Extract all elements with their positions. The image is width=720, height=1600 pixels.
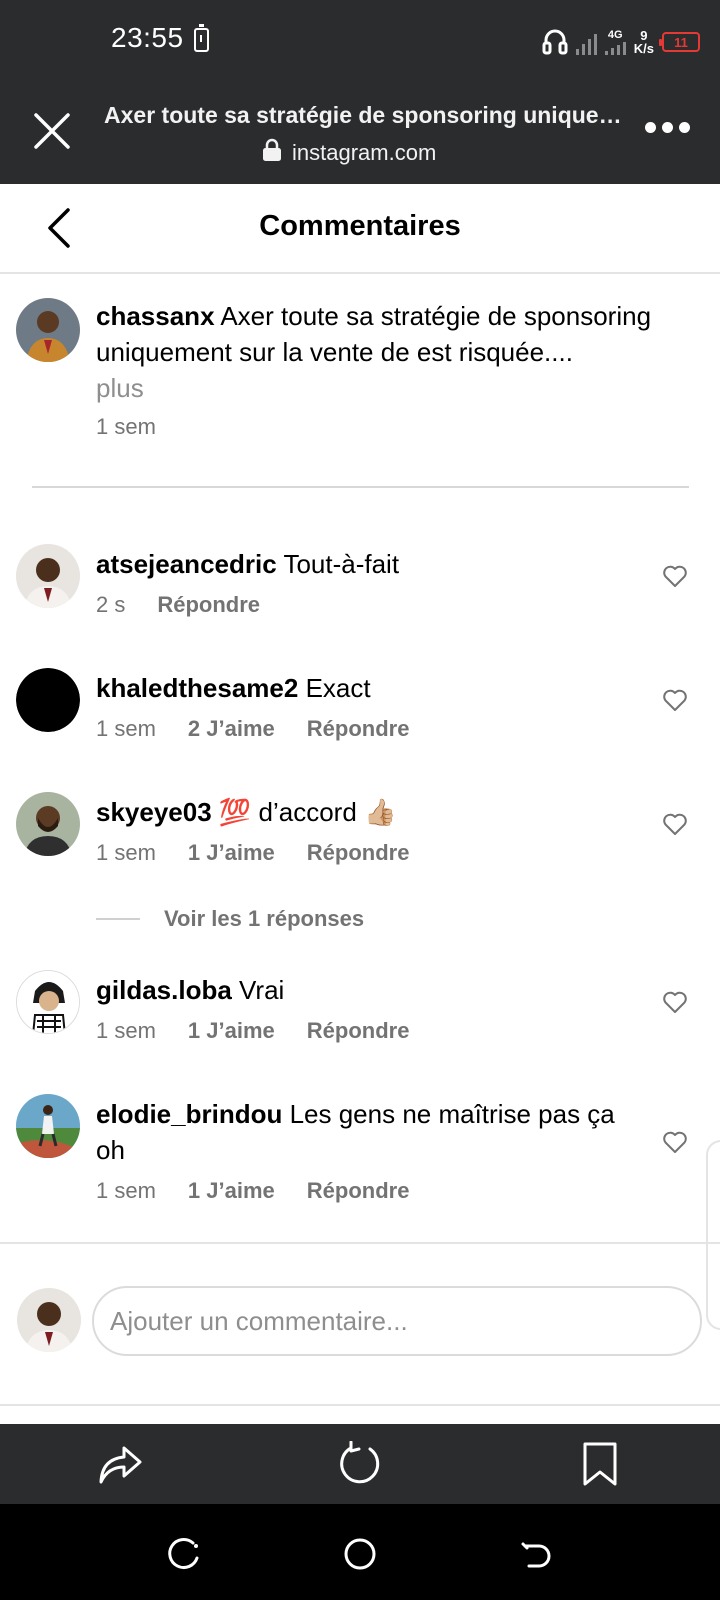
comment-input[interactable] [92, 1286, 702, 1356]
browser-toolbar [0, 1424, 720, 1504]
comment-username[interactable]: gildas.loba [96, 975, 232, 1005]
signal-icon [575, 29, 597, 55]
network-indicator: 4G [604, 29, 626, 55]
view-replies-label: Voir les 1 réponses [164, 906, 365, 931]
status-bar: 23:55 4G 9 K/s 11 [0, 0, 720, 82]
avatar[interactable] [16, 1094, 80, 1158]
comment-meta: 2 s Répondre [96, 592, 260, 618]
comment-meta: 1 sem 1 J’aime Répondre [96, 1178, 409, 1204]
heart-icon[interactable] [662, 990, 690, 1016]
battery-icon: 11 [659, 32, 700, 52]
comment-time: 1 sem [96, 1018, 156, 1043]
comment-username[interactable]: khaledthesame2 [96, 673, 298, 703]
heart-icon[interactable] [662, 812, 690, 838]
comment-body: 💯 d’accord 👍🏼 [218, 797, 397, 827]
avatar[interactable] [16, 970, 80, 1034]
battery-saver-icon [194, 24, 209, 52]
likes-count[interactable]: 2 J’aime [188, 716, 275, 742]
url-text: instagram.com [292, 140, 437, 165]
url-display[interactable]: instagram.com [262, 138, 436, 168]
headset-icon [542, 28, 568, 56]
page-title: Axer toute sa stratégie de sponsoring un… [104, 102, 624, 128]
avatar[interactable] [16, 792, 80, 856]
avatar [17, 1288, 81, 1352]
likes-count[interactable]: 1 J’aime [188, 1018, 275, 1044]
comments-header: Commentaires [0, 184, 720, 274]
system-nav-bar [0, 1504, 720, 1600]
network-speed: 9 K/s [633, 28, 654, 56]
more-icon[interactable] [645, 122, 690, 133]
comment-time: 1 sem [96, 840, 156, 865]
reply-button[interactable]: Répondre [307, 1178, 410, 1204]
comment-time: 1 sem [96, 716, 156, 741]
comment-time: 1 sem [96, 1178, 156, 1203]
reply-button[interactable]: Répondre [307, 840, 410, 866]
heart-icon[interactable] [662, 564, 690, 590]
reply-button[interactable]: Répondre [307, 716, 410, 742]
caption-username[interactable]: chassanx [96, 301, 215, 331]
avatar[interactable] [16, 298, 80, 362]
comment-body: Exact [305, 673, 371, 703]
reload-icon[interactable] [332, 1436, 388, 1492]
lock-icon [262, 138, 282, 168]
caption-text: chassanx Axer toute sa stratégie de spon… [96, 298, 696, 406]
comment-username[interactable]: skyeye03 [96, 797, 212, 827]
comment-body: Vrai [239, 975, 285, 1005]
browser-header: Axer toute sa stratégie de sponsoring un… [0, 82, 720, 184]
avatar[interactable] [16, 544, 80, 608]
comment-text: elodie_brindou Les gens ne maîtrise pas … [96, 1096, 626, 1168]
caption-more-link[interactable]: plus [96, 373, 144, 403]
comment-time: 2 s [96, 592, 126, 617]
comment-text: gildas.loba Vrai [96, 972, 626, 1008]
close-icon[interactable] [30, 109, 74, 153]
back-icon[interactable] [515, 1534, 555, 1574]
share-icon[interactable] [92, 1436, 148, 1492]
caption-time: 1 sem [96, 414, 156, 439]
comment-text: atsejeancedric Tout-à-fait [96, 546, 626, 582]
status-icons: 4G 9 K/s 11 [542, 24, 700, 60]
heart-icon[interactable] [662, 1130, 690, 1156]
comment-username[interactable]: atsejeancedric [96, 549, 277, 579]
comment-meta: 1 sem 1 J’aime Répondre [96, 1018, 409, 1044]
bookmark-icon[interactable] [572, 1436, 628, 1492]
comment-input-bar [0, 1242, 720, 1406]
signal-2-icon [604, 41, 626, 55]
comments-title: Commentaires [259, 210, 461, 242]
replies-line [96, 918, 140, 920]
status-time: 23:55 [111, 22, 184, 53]
comment-meta: 1 sem 2 J’aime Répondre [96, 716, 409, 742]
likes-count[interactable]: 1 J’aime [188, 840, 275, 866]
reply-button[interactable]: Répondre [307, 1018, 410, 1044]
reply-button[interactable]: Répondre [157, 592, 260, 618]
view-replies-link[interactable]: Voir les 1 réponses [96, 906, 364, 932]
divider [32, 486, 689, 488]
recent-apps-icon[interactable] [165, 1534, 205, 1574]
comment-meta: 1 sem 1 J’aime Répondre [96, 840, 409, 866]
avatar[interactable] [16, 668, 80, 732]
comment-text: khaledthesame2 Exact [96, 670, 626, 706]
home-icon[interactable] [340, 1534, 380, 1574]
comment-text: skyeye03 💯 d’accord 👍🏼 [96, 794, 626, 830]
comment-body: Tout-à-fait [283, 549, 400, 579]
comment-username[interactable]: elodie_brindou [96, 1099, 282, 1129]
likes-count[interactable]: 1 J’aime [188, 1178, 275, 1204]
heart-icon[interactable] [662, 688, 690, 714]
